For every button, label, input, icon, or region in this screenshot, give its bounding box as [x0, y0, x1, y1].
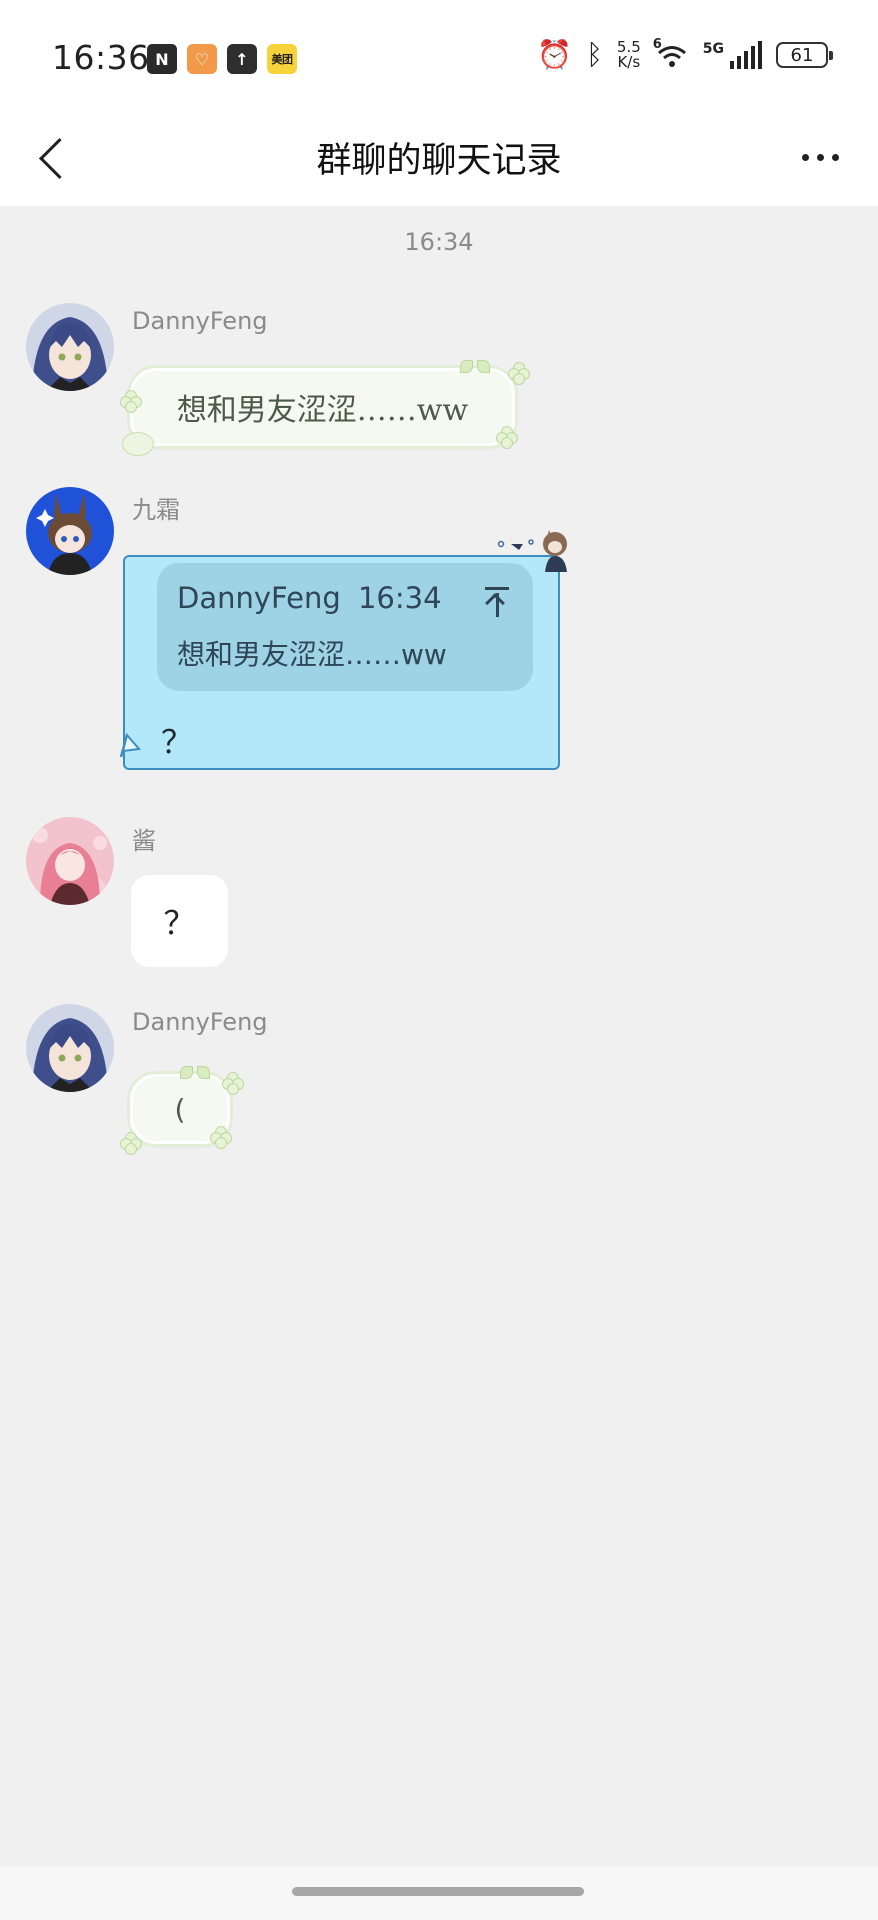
bunny-girl-avatar-icon	[26, 487, 114, 575]
more-dot-icon	[831, 153, 839, 161]
more-options-button[interactable]	[792, 132, 848, 182]
sticker-message[interactable]: (	[120, 1062, 250, 1162]
battery-icon: 61	[776, 42, 833, 68]
message-text: (	[174, 1092, 186, 1126]
net-speed-unit: K/s	[617, 53, 641, 71]
battery-level: 61	[790, 44, 814, 66]
chibi-character-decoration-icon	[497, 530, 567, 572]
clover-decoration-icon	[120, 1132, 142, 1155]
quoted-text: 想和男友涩涩……ww	[177, 638, 447, 671]
chat-timestamp: 16:34	[404, 228, 474, 256]
quoted-time: 16:34	[357, 581, 442, 615]
cellular-signal-icon: 5G	[703, 41, 762, 69]
pink-hair-avatar-icon	[26, 817, 114, 905]
message-bubble[interactable]: 想和男友涩涩……ww	[130, 368, 515, 446]
chat-history[interactable]: 16:34 DannyFeng 想和男友涩涩……ww 九霜 DannyFeng …	[0, 206, 878, 1866]
avatar[interactable]	[26, 1004, 114, 1092]
clover-decoration-icon	[222, 1072, 244, 1095]
clover-decoration-icon	[120, 390, 142, 413]
flag-decoration-icon	[119, 733, 141, 758]
sender-name: DannyFeng	[132, 307, 268, 335]
cellular-label: 5G	[702, 41, 724, 57]
message-text: ？	[163, 904, 196, 942]
jump-to-original-button[interactable]	[479, 583, 515, 619]
bluetooth-icon: ᛒ	[586, 38, 603, 71]
more-dot-icon	[816, 153, 824, 161]
avatar[interactable]	[26, 303, 114, 391]
avatar[interactable]	[26, 817, 114, 905]
header: 群聊的聊天记录	[0, 110, 878, 206]
net-speed: 5.5 K/s	[617, 40, 641, 70]
more-dot-icon	[801, 153, 809, 161]
status-indicators: ⏰ ᛒ 5.5 K/s 6 5G 61	[537, 37, 833, 71]
quoted-message[interactable]: DannyFeng 16:34 想和男友涩涩……ww	[157, 563, 533, 691]
clover-decoration-icon	[508, 362, 530, 385]
alarm-icon: ⏰	[537, 38, 573, 71]
status-app-icons: N ♡ ↑ 美团	[147, 44, 297, 74]
avatar[interactable]	[26, 487, 114, 575]
bubble-decoration-icon	[122, 432, 154, 456]
sender-name: 九霜	[132, 496, 180, 524]
status-bar: 16:36 N ♡ ↑ 美团 ⏰ ᛒ 5.5 K/s 6 5G 61	[0, 0, 878, 110]
sender-name: DannyFeng	[132, 1008, 268, 1036]
upload-app-icon: ↑	[227, 44, 257, 74]
navigation-bar	[0, 1866, 878, 1920]
sender-name: 酱	[132, 827, 156, 855]
message-text: 想和男友涩涩……ww	[176, 393, 469, 428]
heart-app-icon: ♡	[187, 44, 217, 74]
status-time: 16:36	[52, 38, 150, 77]
message-text: ？	[161, 723, 194, 761]
nfc-icon: N	[147, 44, 177, 74]
meituan-app-icon: 美团	[267, 44, 297, 74]
bow-decoration-icon	[180, 1066, 210, 1080]
quoted-message-header: DannyFeng 16:34	[177, 581, 442, 615]
message-bubble[interactable]: ？	[131, 875, 228, 967]
wifi-icon: 6	[653, 37, 689, 69]
home-indicator[interactable]	[292, 1887, 584, 1896]
page-title: 群聊的聊天记录	[316, 141, 562, 181]
sticker-message[interactable]: 想和男友涩涩……ww	[120, 356, 530, 466]
bow-decoration-icon	[460, 360, 490, 374]
reply-message-bubble[interactable]: DannyFeng 16:34 想和男友涩涩……ww ？	[119, 555, 560, 770]
anime-girl-avatar-icon	[26, 303, 114, 391]
clover-decoration-icon	[496, 426, 518, 449]
quoted-sender: DannyFeng	[177, 581, 341, 615]
anime-girl-avatar-icon	[26, 1004, 114, 1092]
clover-decoration-icon	[210, 1126, 232, 1149]
arrow-up-to-top-icon	[485, 587, 509, 590]
wifi-label: 6	[652, 37, 662, 52]
